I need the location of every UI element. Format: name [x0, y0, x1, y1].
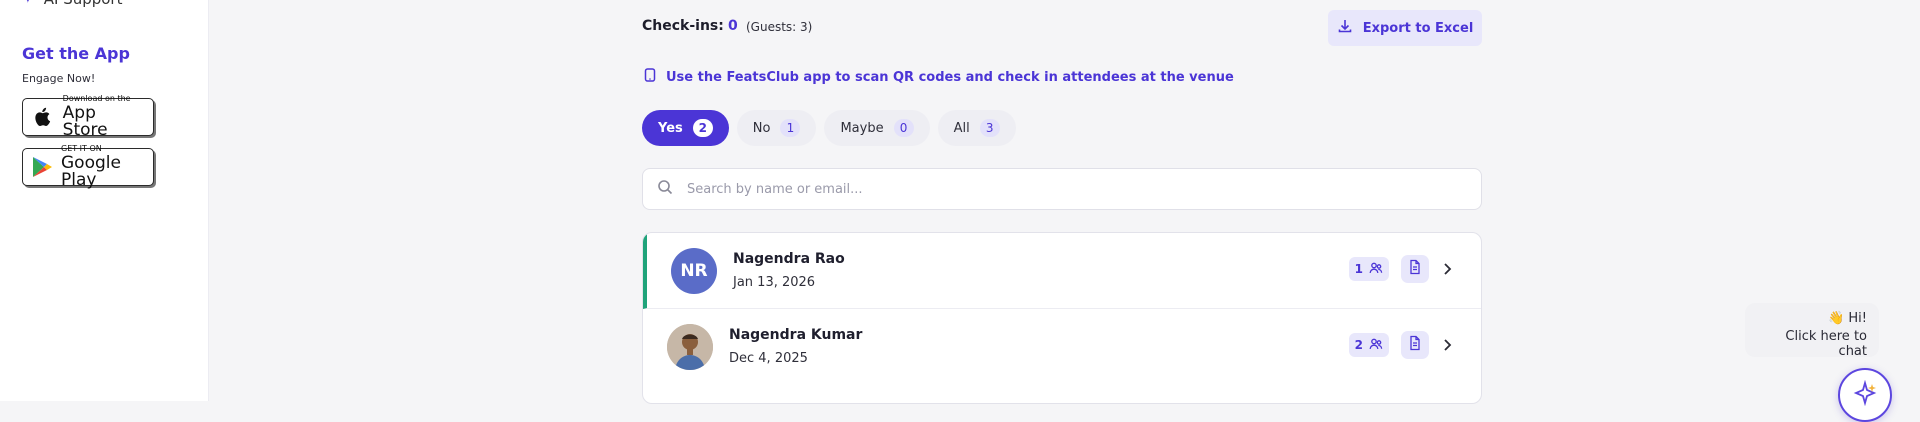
attendee-search: [642, 168, 1482, 210]
guest-count-badge: 1: [1348, 257, 1389, 281]
google-play-big-text: Google Play: [61, 153, 121, 190]
filter-all[interactable]: All 3: [937, 110, 1016, 146]
view-ticket-button[interactable]: [1401, 255, 1429, 283]
search-input[interactable]: [685, 180, 1467, 198]
guest-count-badge: 2: [1348, 333, 1389, 357]
view-ticket-button[interactable]: [1401, 331, 1429, 359]
people-icon: [1369, 338, 1383, 353]
attendee-row[interactable]: NR Nagendra Rao Jan 13, 2026 1: [643, 233, 1481, 309]
ai-support-icon: ✦: [22, 0, 34, 7]
google-play-badge[interactable]: GET IT ON Google Play: [22, 144, 154, 190]
guest-count: 1: [1354, 262, 1363, 276]
checkins-header: Check-ins: 0 (Guests: 3) Export to Excel: [642, 10, 1482, 48]
sidebar-item-label: AI Support: [44, 0, 123, 8]
avatar: NR: [671, 248, 717, 294]
chat-prompt[interactable]: 👋 Hi! Click here to chat: [1745, 303, 1879, 359]
attendee-name: Nagendra Rao: [733, 251, 845, 267]
app-store-big-text: App Store: [62, 103, 108, 140]
filter-maybe[interactable]: Maybe 0: [824, 110, 930, 146]
export-to-excel-button[interactable]: Export to Excel: [1328, 10, 1482, 46]
filter-count: 2: [692, 119, 713, 137]
document-icon: [1408, 259, 1422, 279]
checkins-count: 0: [728, 18, 738, 34]
chat-cta: Click here to chat: [1785, 329, 1867, 359]
filter-no[interactable]: No 1: [736, 110, 817, 146]
chat-button[interactable]: [1838, 368, 1892, 422]
get-app-title: Get the App: [22, 44, 130, 63]
people-icon: [1369, 262, 1383, 277]
download-icon: [1337, 18, 1353, 38]
attendee-list: NR Nagendra Rao Jan 13, 2026 1 Nagendra …: [642, 232, 1482, 404]
attendee-date: Jan 13, 2026: [733, 275, 816, 290]
checkins-guests: (Guests: 3): [746, 20, 813, 34]
filter-label: All: [953, 120, 970, 136]
sparkle-icon: [1852, 379, 1878, 410]
google-play-icon: [31, 155, 53, 179]
filter-count: 3: [979, 119, 1000, 137]
chevron-right-icon[interactable]: [1439, 259, 1457, 279]
app-scan-tip: Use the FeatsClub app to scan QR codes a…: [644, 68, 1234, 86]
attendee-name: Nagendra Kumar: [729, 327, 863, 343]
tip-text: Use the FeatsClub app to scan QR codes a…: [666, 69, 1234, 85]
phone-icon: [644, 68, 656, 86]
export-label: Export to Excel: [1362, 20, 1474, 36]
google-play-small-text: GET IT ON: [61, 144, 102, 153]
guest-count: 2: [1354, 338, 1363, 352]
app-store-small-text: Download on the: [62, 94, 131, 103]
app-store-badge[interactable]: Download on the App Store: [22, 94, 154, 140]
filter-label: No: [752, 120, 771, 136]
apple-icon: [31, 106, 55, 128]
chat-greeting: 👋 Hi!: [1828, 311, 1867, 326]
filter-yes[interactable]: Yes 2: [642, 110, 729, 146]
get-app-subtitle: Engage Now!: [22, 72, 96, 85]
document-icon: [1408, 335, 1422, 355]
checkins-label: Check-ins:: [642, 18, 724, 34]
filter-label: Maybe: [840, 120, 884, 136]
rsvp-filter-tabs: Yes 2 No 1 Maybe 0 All 3: [642, 110, 1016, 146]
search-icon: [657, 179, 673, 199]
filter-count: 0: [893, 119, 914, 137]
attendee-row[interactable]: Nagendra Kumar Dec 4, 2025 2: [643, 309, 1481, 385]
filter-label: Yes: [658, 120, 683, 136]
sidebar: ✦ AI Support Get the App Engage Now! Dow…: [0, 0, 209, 401]
filter-count: 1: [780, 119, 801, 137]
chevron-right-icon[interactable]: [1439, 335, 1457, 355]
avatar: [667, 324, 713, 370]
sidebar-item-ai-support[interactable]: ✦ AI Support: [22, 0, 122, 8]
attendee-date: Dec 4, 2025: [729, 351, 808, 366]
